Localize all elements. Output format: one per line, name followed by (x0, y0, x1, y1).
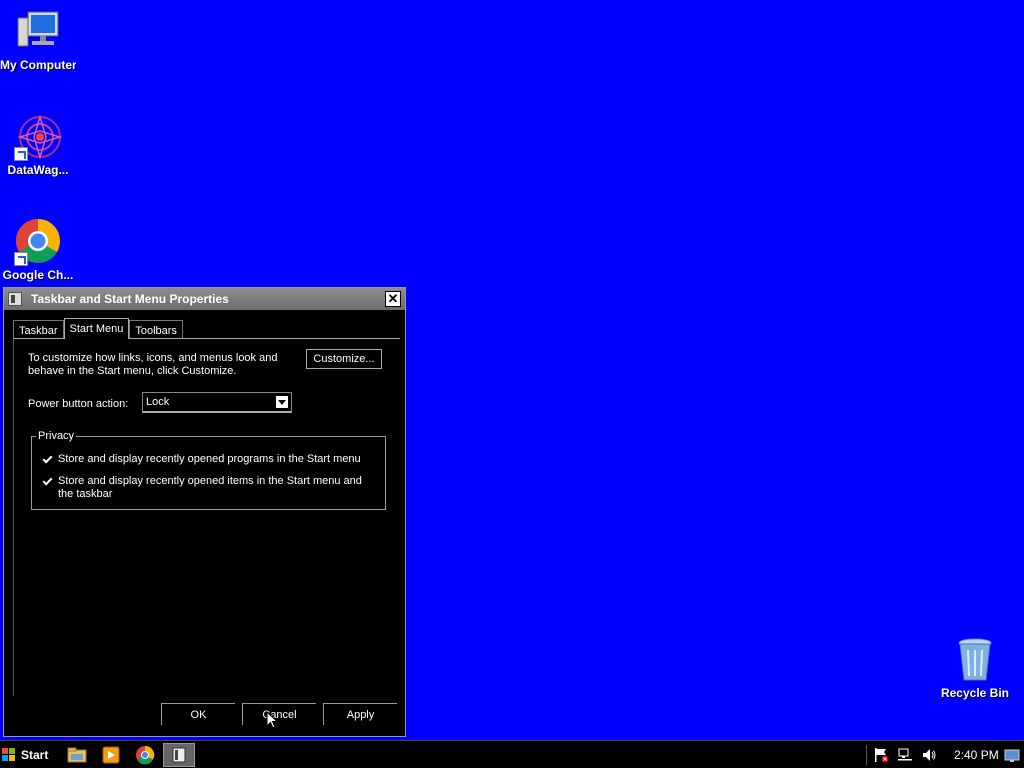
desktop-icon-label: Google Ch... (2, 269, 74, 282)
chrome-icon (14, 218, 62, 266)
start-label: Start (21, 748, 49, 762)
desktop-icon-label: My Computer (0, 59, 76, 72)
desktop-icon-datawag[interactable]: DataWag... (0, 113, 76, 177)
taskbar: Start 2:40 PM (0, 740, 1024, 768)
tab-taskbar[interactable]: Taskbar (13, 320, 64, 339)
action-center-flag-icon[interactable] (873, 747, 889, 763)
desktop-icon-my-computer[interactable]: My Computer (0, 8, 76, 72)
dialog-titlebar[interactable]: Taskbar and Start Menu Properties ✕ (4, 288, 405, 310)
chevron-down-icon[interactable] (275, 395, 289, 409)
system-clock[interactable]: 2:40 PM (954, 748, 999, 762)
network-icon[interactable] (897, 747, 913, 763)
media-player-icon[interactable] (101, 745, 121, 765)
close-button[interactable]: ✕ (385, 291, 401, 307)
mouse-cursor-icon (266, 711, 278, 729)
desktop-icon-label: Recycle Bin (940, 687, 1010, 700)
volume-icon[interactable] (921, 747, 937, 763)
shortcut-arrow-icon (14, 147, 28, 161)
datawag-icon (14, 113, 63, 161)
customize-button[interactable]: Customize... (306, 349, 382, 369)
start-menu-tab-panel: To customize how links, icons, and menus… (13, 338, 400, 696)
privacy-group: Privacy Store and display recently opene… (31, 430, 386, 510)
start-button[interactable]: Start (2, 744, 48, 766)
apply-button[interactable]: Apply (323, 703, 397, 725)
properties-window-icon (8, 292, 22, 306)
show-desktop-icon[interactable] (1004, 747, 1020, 763)
recent-programs-checkbox[interactable] (42, 454, 53, 465)
chrome-icon[interactable] (135, 745, 155, 765)
recent-programs-label[interactable]: Store and display recently opened progra… (58, 453, 363, 466)
windows-logo-icon (2, 748, 16, 762)
recent-programs-option[interactable]: Store and display recently opened progra… (42, 453, 363, 466)
desktop-icon-google-chrome[interactable]: Google Ch... (0, 218, 76, 282)
recent-items-label[interactable]: Store and display recently opened items … (58, 475, 363, 501)
taskbar-item-properties-window[interactable] (163, 743, 195, 767)
tab-strip: Taskbar Start Menu Toolbars (13, 318, 183, 339)
power-button-action-select[interactable]: Lock (142, 392, 292, 413)
tray-separator (866, 745, 867, 765)
tab-start-menu[interactable]: Start Menu (63, 318, 130, 339)
folder-icon[interactable] (67, 745, 87, 765)
privacy-legend: Privacy (36, 430, 77, 442)
cancel-button[interactable]: Cancel (242, 703, 316, 725)
desktop-icon-recycle-bin[interactable]: Recycle Bin (937, 636, 1013, 700)
recent-items-option[interactable]: Store and display recently opened items … (42, 475, 363, 501)
recent-items-checkbox[interactable] (42, 476, 53, 487)
ok-button[interactable]: OK (161, 703, 235, 725)
my-computer-icon (14, 8, 62, 56)
dialog-title: Taskbar and Start Menu Properties (31, 292, 229, 306)
recycle-bin-icon (951, 636, 999, 684)
properties-window-icon (172, 747, 186, 763)
shortcut-arrow-icon (14, 252, 28, 266)
customize-description: To customize how links, icons, and menus… (28, 352, 278, 377)
taskbar-properties-dialog: Taskbar and Start Menu Properties ✕ Task… (3, 287, 406, 737)
power-button-action-label: Power button action: (28, 398, 129, 410)
close-icon: ✕ (387, 291, 399, 306)
desktop-icon-label: DataWag... (7, 164, 69, 177)
power-button-action-value: Lock (146, 396, 170, 408)
tab-toolbars[interactable]: Toolbars (129, 320, 183, 339)
